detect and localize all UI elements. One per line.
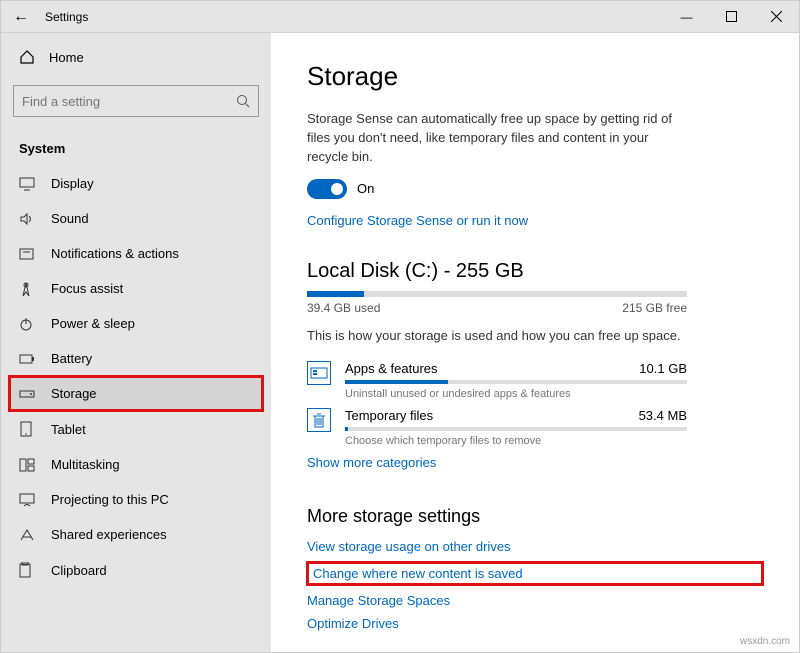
disk-used-label: 39.4 GB used (307, 301, 380, 315)
disk-usage-bar (307, 291, 687, 297)
sidebar-item-battery[interactable]: Battery (9, 341, 263, 376)
sidebar-item-label: Sound (51, 211, 89, 226)
category-name: Apps & features (345, 361, 438, 376)
sidebar-item-label: Power & sleep (51, 316, 135, 331)
sidebar-item-label: Projecting to this PC (51, 492, 169, 507)
projecting-icon (19, 493, 37, 507)
sidebar-item-label: Clipboard (51, 563, 107, 578)
category-size: 10.1 GB (639, 361, 687, 376)
battery-icon (19, 354, 37, 364)
page-title: Storage (307, 61, 763, 92)
category-name: Temporary files (345, 408, 433, 423)
search-icon (236, 94, 250, 108)
apps-icon (307, 361, 331, 385)
sidebar-item-sound[interactable]: Sound (9, 201, 263, 236)
usage-description: This is how your storage is used and how… (307, 327, 687, 346)
category-bar (345, 380, 687, 384)
close-button[interactable] (754, 1, 799, 33)
sidebar-item-focus-assist[interactable]: Focus assist (9, 271, 263, 306)
section-title: System (9, 135, 263, 166)
optimize-drives-link[interactable]: Optimize Drives (307, 616, 763, 631)
watermark: wsxdn.com (740, 636, 790, 647)
show-more-categories-link[interactable]: Show more categories (307, 455, 436, 470)
configure-storage-sense-link[interactable]: Configure Storage Sense or run it now (307, 213, 528, 228)
toggle-state-label: On (357, 181, 374, 196)
change-content-saved-link[interactable]: Change where new content is saved (307, 562, 763, 585)
shared-icon (19, 528, 37, 542)
maximize-button[interactable] (709, 1, 754, 33)
more-storage-settings-heading: More storage settings (307, 506, 763, 527)
sidebar-item-notifications[interactable]: Notifications & actions (9, 236, 263, 271)
manage-storage-spaces-link[interactable]: Manage Storage Spaces (307, 593, 763, 608)
tablet-icon (19, 421, 37, 437)
clipboard-icon (19, 562, 37, 578)
notifications-icon (19, 247, 37, 261)
sidebar-item-multitasking[interactable]: Multitasking (9, 447, 263, 482)
sidebar-item-label: Shared experiences (51, 527, 167, 542)
window-title: Settings (41, 10, 88, 24)
storage-icon (19, 389, 37, 399)
sidebar-item-display[interactable]: Display (9, 166, 263, 201)
sidebar-item-label: Storage (51, 386, 97, 401)
sidebar-item-label: Multitasking (51, 457, 120, 472)
category-temporary-files[interactable]: Temporary files 53.4 MB Choose which tem… (307, 404, 687, 451)
sidebar-item-label: Display (51, 176, 94, 191)
category-apps-features[interactable]: Apps & features 10.1 GB Uninstall unused… (307, 357, 687, 404)
sidebar-item-shared[interactable]: Shared experiences (9, 517, 263, 552)
multitasking-icon (19, 458, 37, 472)
focus-icon (19, 282, 37, 296)
sidebar-item-tablet[interactable]: Tablet (9, 411, 263, 447)
category-size: 53.4 MB (639, 408, 687, 423)
minimize-button[interactable]: ― (664, 1, 709, 33)
home-icon (19, 49, 35, 65)
sidebar-item-power-sleep[interactable]: Power & sleep (9, 306, 263, 341)
back-button[interactable]: ← (1, 8, 41, 26)
disk-heading: Local Disk (C:) - 255 GB (307, 260, 763, 283)
sound-icon (19, 212, 37, 226)
titlebar: ← Settings ― (1, 1, 799, 33)
sidebar-item-label: Focus assist (51, 281, 123, 296)
sidebar-item-label: Tablet (51, 422, 86, 437)
category-bar (345, 427, 687, 431)
temp-files-icon (307, 408, 331, 432)
category-subtitle: Choose which temporary files to remove (345, 435, 687, 447)
sidebar: Home System Display Sound Notifications … (1, 33, 271, 652)
view-storage-other-drives-link[interactable]: View storage usage on other drives (307, 539, 763, 554)
sidebar-item-label: Battery (51, 351, 92, 366)
sidebar-item-storage[interactable]: Storage (9, 376, 263, 411)
home-nav[interactable]: Home (9, 43, 263, 71)
storage-sense-description: Storage Sense can automatically free up … (307, 110, 687, 167)
sidebar-item-clipboard[interactable]: Clipboard (9, 552, 263, 588)
search-input[interactable] (13, 85, 259, 117)
search-field[interactable] (22, 94, 236, 109)
power-icon (19, 317, 37, 331)
display-icon (19, 177, 37, 191)
home-label: Home (49, 50, 84, 65)
disk-free-label: 215 GB free (622, 301, 687, 315)
storage-sense-toggle[interactable] (307, 179, 347, 199)
main-content: Storage Storage Sense can automatically … (271, 33, 799, 652)
category-subtitle: Uninstall unused or undesired apps & fea… (345, 388, 687, 400)
sidebar-item-projecting[interactable]: Projecting to this PC (9, 482, 263, 517)
sidebar-item-label: Notifications & actions (51, 246, 179, 261)
